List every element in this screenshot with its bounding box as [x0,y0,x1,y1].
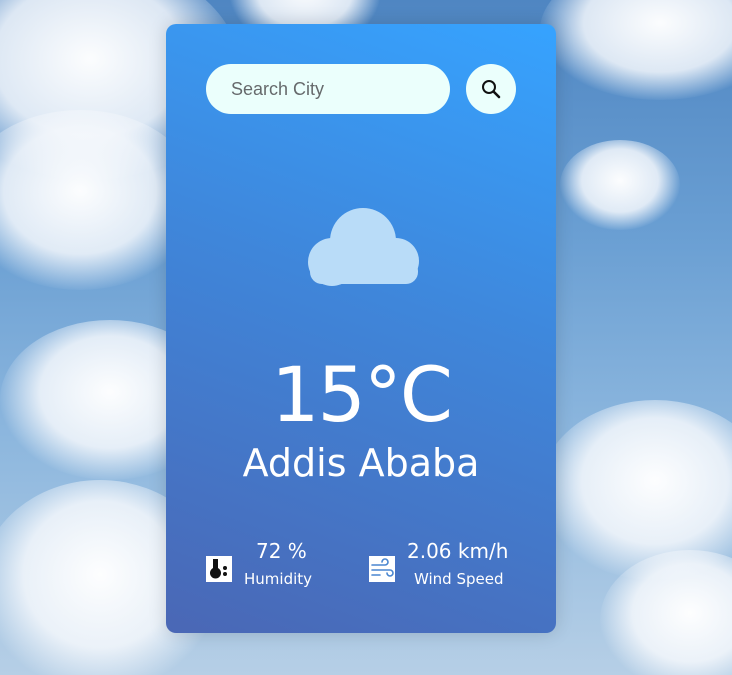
search-icon [482,80,501,99]
cloud-icon [308,208,419,286]
weather-card: 15°C Addis Ababa 72 % Humidity 2.06 km/h [166,24,556,633]
search-button[interactable] [466,64,516,114]
wind-label: Wind Speed [414,570,504,588]
temperature: 15°C [271,350,453,439]
humidity-detail: 72 % Humidity [206,534,336,594]
search-input[interactable] [206,64,450,114]
wind-detail: 2.06 km/h Wind Speed [369,534,529,594]
humidity-icon [206,556,232,582]
background-cloud [560,140,680,230]
humidity-value: 72 % [256,539,307,563]
wind-icon [369,556,395,582]
city-name: Addis Ababa [242,441,480,485]
wind-value: 2.06 km/h [407,539,509,563]
humidity-label: Humidity [244,570,313,588]
background-cloud [540,0,732,100]
